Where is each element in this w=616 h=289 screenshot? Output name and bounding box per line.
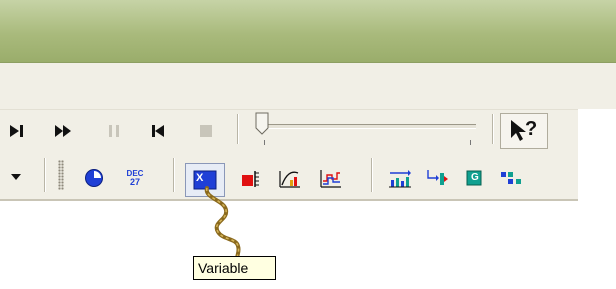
slider-tick [470, 140, 471, 145]
step-back-button[interactable] [148, 119, 168, 143]
fast-forward-button[interactable] [51, 119, 75, 143]
bar-chart-icon [389, 170, 411, 188]
whats-this-help-button[interactable]: ? [500, 113, 548, 149]
toolbar-end-space [578, 109, 616, 201]
step-back-icon [152, 125, 164, 137]
histogram-button[interactable] [275, 163, 305, 193]
menu-bar [0, 63, 616, 109]
stop-icon [200, 125, 212, 137]
trend-chart-icon [320, 170, 341, 188]
trend-chart-button[interactable] [316, 163, 346, 193]
help-question-mark: ? [525, 118, 538, 140]
rope-pointer-icon [204, 186, 241, 260]
pause-button[interactable] [104, 119, 124, 143]
stop-button[interactable] [195, 119, 217, 143]
step-forward-icon [10, 125, 23, 137]
variable-tooltip: Variable [193, 256, 276, 280]
date-button[interactable]: DEC 27 [120, 163, 150, 193]
fast-forward-icon [55, 125, 71, 137]
date-day-text: 27 [129, 177, 140, 187]
flow-arrow-icon [427, 170, 448, 185]
step-forward-button[interactable] [4, 119, 30, 143]
teal-g-button[interactable]: G [460, 163, 488, 193]
pause-icon [109, 125, 119, 137]
title-bar [0, 0, 616, 63]
playback-slider-thumb[interactable] [255, 112, 269, 141]
flow-arrow-button[interactable] [422, 163, 452, 193]
clock-icon [85, 169, 103, 187]
toolbar-separator [492, 114, 493, 144]
connector-button[interactable] [496, 163, 526, 193]
teal-icon-letter: G [471, 172, 479, 183]
histogram-icon [279, 171, 300, 188]
connector-icon [501, 172, 521, 184]
slider-tick [264, 140, 265, 145]
dropdown-arrow-icon [11, 174, 21, 180]
clock-button[interactable] [80, 163, 108, 193]
toolbar-separator [371, 158, 372, 192]
toolbar-separator [173, 158, 174, 192]
playback-slider-track[interactable] [264, 124, 476, 129]
toolbar-separator [44, 158, 45, 192]
slider-thumb-icon [255, 112, 269, 135]
toolbar-separator [237, 114, 238, 144]
bar-chart-button[interactable] [385, 163, 415, 193]
toolbar-grip[interactable] [58, 160, 64, 190]
dropdown-button[interactable] [4, 165, 28, 189]
toolbar-bottom-edge [0, 199, 578, 201]
